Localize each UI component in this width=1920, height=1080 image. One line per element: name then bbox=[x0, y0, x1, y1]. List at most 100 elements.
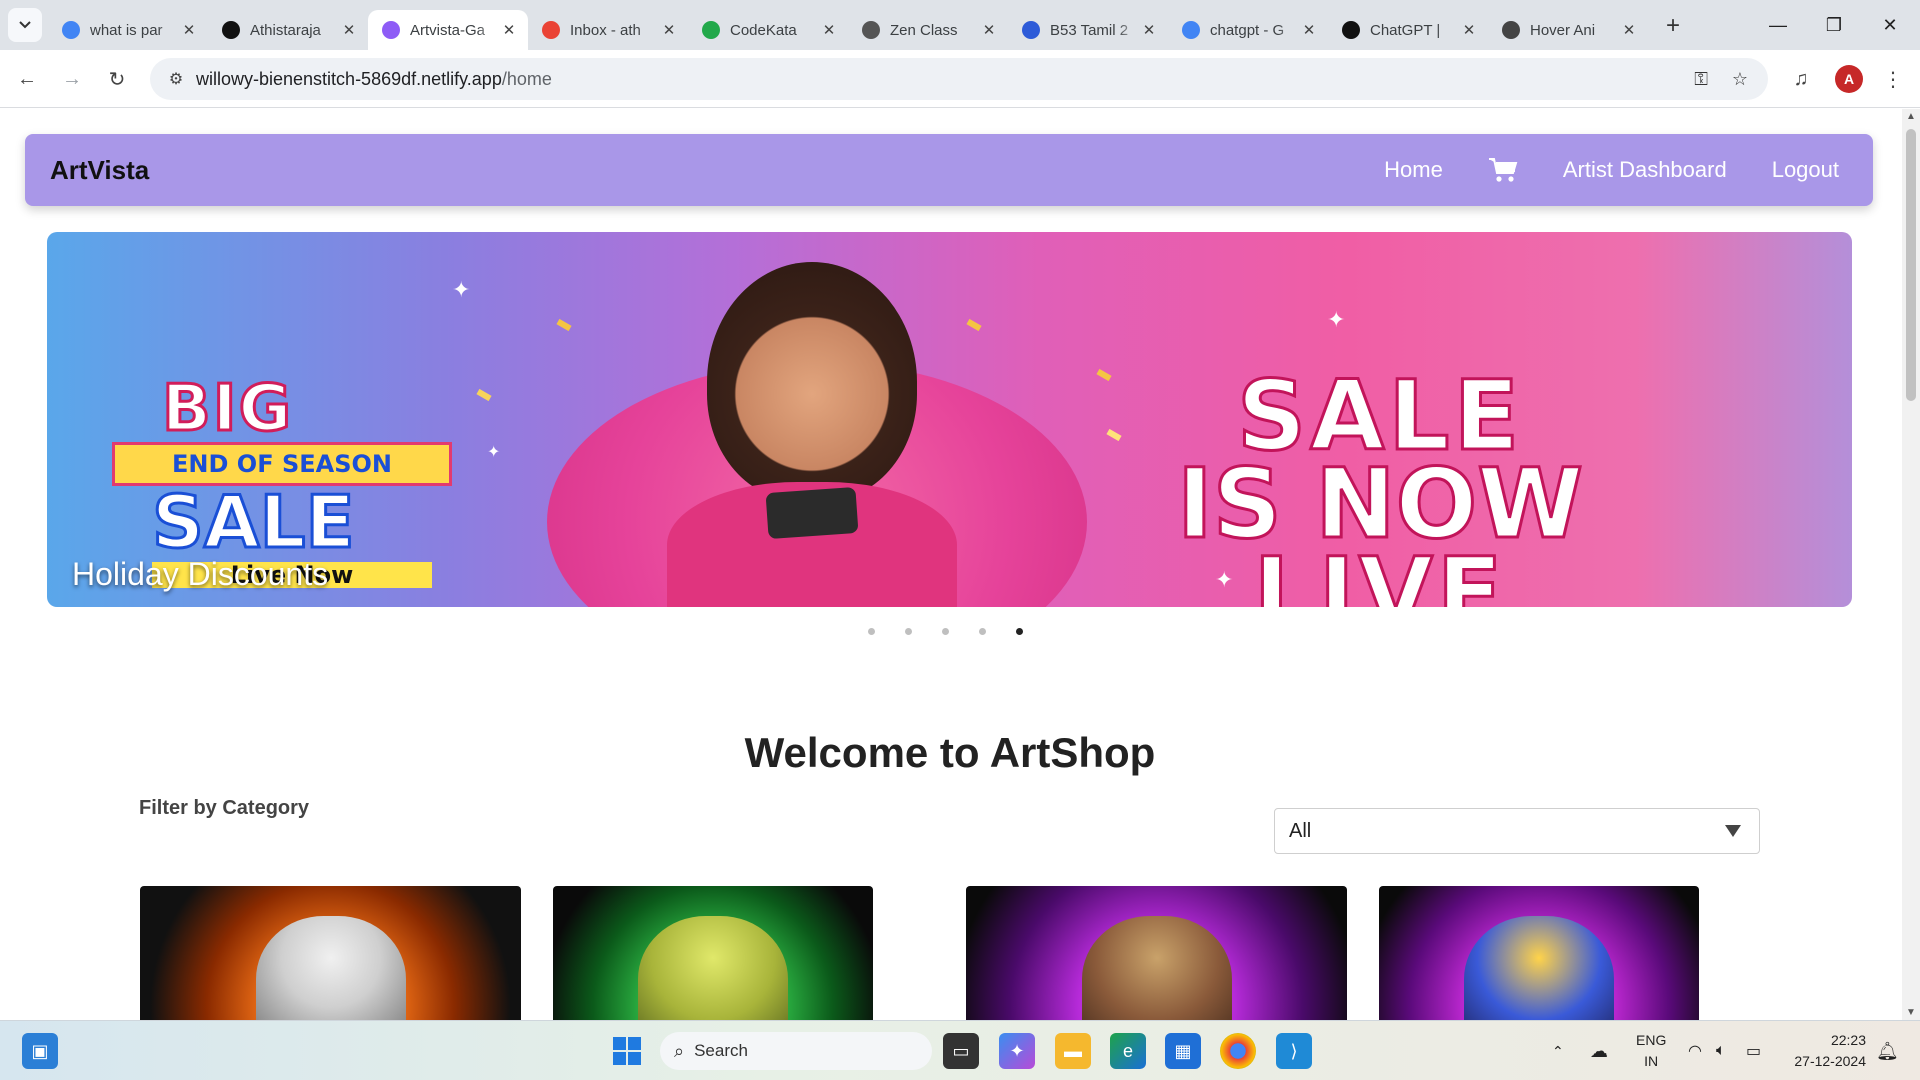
page-scrollbar[interactable]: ▲ ▼ bbox=[1902, 109, 1920, 1020]
tab-close-icon[interactable]: ✕ bbox=[660, 21, 678, 39]
site-info-icon[interactable]: ⚙ bbox=[156, 69, 196, 89]
back-button[interactable]: ← bbox=[10, 62, 44, 96]
vite-icon bbox=[382, 21, 400, 39]
tab-close-icon[interactable]: ✕ bbox=[820, 21, 838, 39]
art-card[interactable] bbox=[140, 886, 521, 1020]
tab-strip: what is par ✕ Athistaraja ✕ Artvista-Ga ✕ Inbo… bbox=[0, 0, 1920, 50]
copilot-icon[interactable]: ✦ bbox=[999, 1033, 1035, 1069]
browser-tab[interactable]: CodeKata ✕ bbox=[688, 10, 848, 50]
page-title: Welcome to ArtShop bbox=[744, 729, 1156, 776]
carousel-dot[interactable] bbox=[868, 628, 875, 635]
browser-toolbar: ← → ↻ ⚙ willowy-bienenstitch-5869df.netl… bbox=[0, 50, 1920, 108]
nav-logout-link[interactable]: Logout bbox=[1772, 157, 1839, 183]
tab-close-icon[interactable]: ✕ bbox=[1140, 21, 1158, 39]
reload-button[interactable]: ↻ bbox=[100, 62, 134, 96]
system-clock[interactable]: 22:23 27-12-2024 bbox=[1794, 1030, 1866, 1072]
tab-title: chatgpt - G bbox=[1210, 21, 1285, 39]
promo-carousel[interactable]: BIG END OF SEASON SALE Live Now SALE IS … bbox=[47, 232, 1852, 607]
carousel-dot[interactable] bbox=[905, 628, 912, 635]
browser-tab[interactable]: Hover Ani ✕ bbox=[1488, 10, 1648, 50]
tab-search-button[interactable] bbox=[8, 8, 42, 42]
widgets-icon[interactable]: ▣ bbox=[22, 1033, 58, 1069]
start-button[interactable] bbox=[609, 1033, 645, 1069]
carousel-dot[interactable] bbox=[979, 628, 986, 635]
carousel-dot[interactable] bbox=[942, 628, 949, 635]
nav-home-link[interactable]: Home bbox=[1384, 157, 1443, 183]
cart-icon[interactable] bbox=[1488, 157, 1518, 183]
vscode-icon[interactable]: ⟩ bbox=[1276, 1033, 1312, 1069]
taskbar-search-placeholder: Search bbox=[694, 1041, 748, 1060]
browser-tab[interactable]: Inbox - ath ✕ bbox=[528, 10, 688, 50]
menu-kebab-icon[interactable]: ⋮ bbox=[1876, 62, 1910, 96]
github-icon bbox=[222, 21, 240, 39]
new-tab-button[interactable]: + bbox=[1656, 9, 1690, 43]
category-select[interactable]: All bbox=[1274, 808, 1760, 854]
confetti-shape bbox=[556, 318, 572, 332]
tab-close-icon[interactable]: ✕ bbox=[980, 21, 998, 39]
art-card[interactable] bbox=[553, 886, 873, 1020]
nav-artist-dashboard-link[interactable]: Artist Dashboard bbox=[1563, 157, 1727, 183]
address-bar[interactable]: ⚙ willowy-bienenstitch-5869df.netlify.ap… bbox=[150, 58, 1768, 100]
notification-bell-icon[interactable]: 🔔︎ bbox=[1876, 1021, 1899, 1080]
microsoft-store-icon[interactable]: ▦ bbox=[1165, 1033, 1201, 1069]
bookmark-star-icon[interactable]: ☆ bbox=[1732, 58, 1748, 100]
scroll-down-arrow-icon[interactable]: ▼ bbox=[1906, 1007, 1916, 1018]
nav-links: Home Artist Dashboard Logout bbox=[1384, 134, 1839, 206]
art-card[interactable] bbox=[966, 886, 1347, 1020]
close-window-button[interactable]: ✕ bbox=[1862, 0, 1918, 50]
password-key-icon[interactable]: ⚿ bbox=[1694, 58, 1708, 100]
onedrive-icon[interactable]: ☁ bbox=[1590, 1021, 1608, 1080]
art-card[interactable] bbox=[1379, 886, 1699, 1020]
browser-tab[interactable]: chatgpt - G ✕ bbox=[1168, 10, 1328, 50]
minimize-button[interactable]: — bbox=[1750, 0, 1806, 50]
battery-icon[interactable]: ▭ bbox=[1746, 1021, 1761, 1080]
tab-title: Artvista-Ga bbox=[410, 21, 486, 39]
tab-title: Zen Class bbox=[890, 21, 958, 39]
tab-close-icon[interactable]: ✕ bbox=[1620, 21, 1638, 39]
tab-close-icon[interactable]: ✕ bbox=[1300, 21, 1318, 39]
wifi-icon[interactable]: ◠ bbox=[1688, 1021, 1702, 1080]
confetti-shape bbox=[476, 388, 492, 402]
search-icon: ⌕ bbox=[674, 1040, 685, 1061]
carousel-dot-active[interactable] bbox=[1016, 628, 1023, 635]
language-indicator[interactable]: ENG IN bbox=[1636, 1030, 1666, 1072]
edge-browser-icon[interactable]: e bbox=[1110, 1033, 1146, 1069]
tab-close-icon[interactable]: ✕ bbox=[500, 21, 518, 39]
volume-icon[interactable]: 🔈︎ bbox=[1716, 1021, 1726, 1080]
task-view-icon[interactable]: ▭ bbox=[943, 1033, 979, 1069]
file-explorer-icon[interactable]: ▬ bbox=[1055, 1033, 1091, 1069]
taskbar-search[interactable]: ⌕ Search bbox=[660, 1032, 932, 1070]
chevron-down-icon bbox=[19, 21, 31, 29]
brand-logo[interactable]: ArtVista bbox=[50, 155, 149, 186]
tab-close-icon[interactable]: ✕ bbox=[180, 21, 198, 39]
tab-title: ChatGPT | bbox=[1370, 21, 1441, 39]
show-hidden-icons[interactable]: ⌃ bbox=[1552, 1021, 1564, 1080]
browser-tab[interactable]: Artvista-Ga ✕ bbox=[368, 10, 528, 50]
zoom-icon bbox=[1022, 21, 1040, 39]
browser-tab[interactable]: ChatGPT | ✕ bbox=[1328, 10, 1488, 50]
sale-is-now-live-text: SALE IS NOW LIVE bbox=[1175, 360, 1584, 607]
tab-title: Hover Ani bbox=[1530, 21, 1596, 39]
chrome-icon[interactable] bbox=[1220, 1033, 1256, 1069]
restore-button[interactable]: ❐ bbox=[1806, 0, 1862, 50]
media-control-icon[interactable]: ♫ bbox=[1784, 62, 1818, 96]
codekata-icon bbox=[702, 21, 720, 39]
character-figure bbox=[638, 916, 788, 1020]
tab-list: what is par ✕ Athistaraja ✕ Artvista-Ga ✕ Inbo… bbox=[48, 0, 1648, 50]
browser-tab[interactable]: Zen Class ✕ bbox=[848, 10, 1008, 50]
browser-tab[interactable]: what is par ✕ bbox=[48, 10, 208, 50]
big-sale-graphic: BIG END OF SEASON SALE Live Now bbox=[112, 371, 452, 589]
scroll-up-arrow-icon[interactable]: ▲ bbox=[1906, 111, 1916, 122]
tab-close-icon[interactable]: ✕ bbox=[1460, 21, 1478, 39]
tab-close-icon[interactable]: ✕ bbox=[340, 21, 358, 39]
tab-title: CodeKata bbox=[730, 21, 797, 39]
scrollbar-thumb[interactable] bbox=[1906, 129, 1916, 401]
profile-avatar[interactable]: A bbox=[1835, 65, 1863, 93]
confetti-shape bbox=[966, 318, 982, 332]
browser-tab[interactable]: Athistaraja ✕ bbox=[208, 10, 368, 50]
page-viewport: ArtVista Home Artist Dashboard Logout BI… bbox=[0, 109, 1920, 1020]
forward-button[interactable]: → bbox=[55, 62, 89, 96]
google-icon bbox=[1182, 21, 1200, 39]
sparkle-icon: ✦ bbox=[1327, 307, 1346, 332]
browser-tab[interactable]: B53 Tamil 2 ✕ bbox=[1008, 10, 1168, 50]
